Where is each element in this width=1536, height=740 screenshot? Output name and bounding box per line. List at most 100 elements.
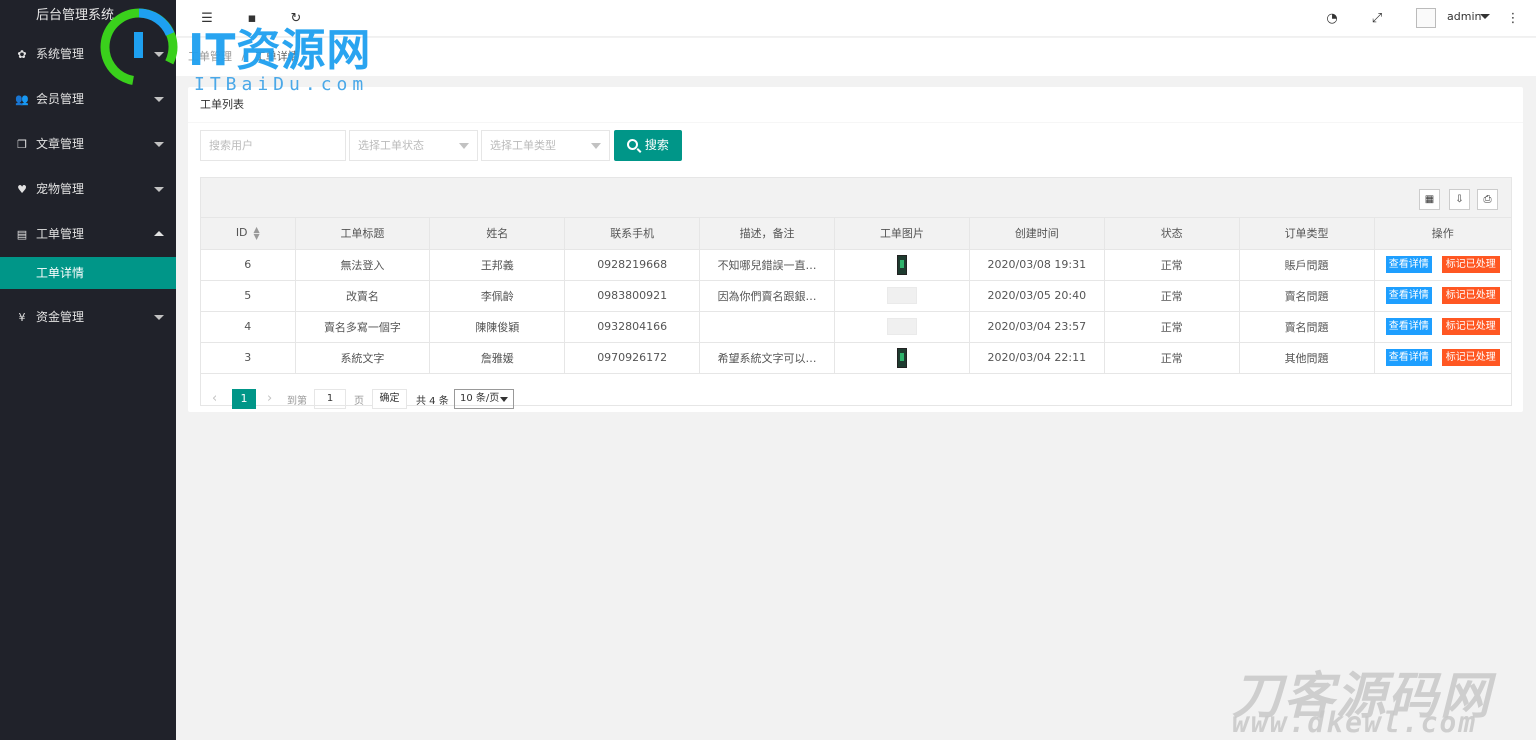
sidebar-subitem-ticket-detail[interactable]: 工单详情: [0, 257, 176, 289]
avatar[interactable]: [1416, 8, 1436, 28]
view-detail-button[interactable]: 查看详情: [1385, 287, 1432, 304]
sidebar-item-finance[interactable]: ¥ 资金管理: [0, 295, 176, 340]
sidebar-item-label: 系统管理: [36, 47, 85, 61]
cell-image[interactable]: [834, 311, 970, 343]
image-placeholder-icon[interactable]: [886, 287, 917, 304]
cell-type: 賣名問題: [1239, 280, 1375, 312]
sidebar-item-label: 会员管理: [36, 92, 85, 106]
page-size-select[interactable]: 10 条/页: [454, 389, 514, 409]
cell-actions: 查看详情 标记已处理: [1374, 342, 1511, 374]
cell-type: 賬戶問題: [1239, 249, 1375, 281]
more-vertical-icon[interactable]: ⋮: [1504, 9, 1522, 27]
cell-name: 王邦義: [429, 249, 566, 281]
cell-id: 6: [201, 249, 296, 281]
col-header-title: 工单标题: [295, 218, 431, 250]
ticket-image-thumbnail[interactable]: [896, 347, 907, 368]
mark-processed-button[interactable]: 标记已处理: [1441, 256, 1500, 273]
table-toolbar: ▦ ⇩ ⎙: [201, 178, 1511, 218]
view-detail-button[interactable]: 查看详情: [1385, 318, 1432, 335]
cell-status: 正常: [1104, 342, 1240, 374]
cell-type: 賣名問題: [1239, 311, 1375, 343]
cell-image[interactable]: [834, 280, 970, 312]
gear-icon: ✿: [17, 48, 27, 61]
cell-name: 陳陳俊穎: [429, 311, 566, 343]
cell-phone: 0932804166: [564, 311, 701, 343]
cell-created: 2020/03/05 20:40: [969, 280, 1105, 312]
sidebar-item-articles[interactable]: ❐ 文章管理: [0, 122, 176, 167]
top-header: ☰ ▪ ↻ ◔ ⤢ admin ⋮: [176, 0, 1536, 37]
user-menu[interactable]: admin: [1447, 10, 1481, 23]
cell-status: 正常: [1104, 311, 1240, 343]
col-header-type: 订单类型: [1239, 218, 1375, 250]
export-icon[interactable]: ⇩: [1449, 189, 1470, 210]
status-select[interactable]: 选择工单状态: [349, 130, 478, 161]
page-confirm-button[interactable]: 确定: [372, 389, 407, 409]
col-header-name: 姓名: [429, 218, 566, 250]
cell-name: 詹雅媛: [429, 342, 566, 374]
chevron-down-icon: [154, 142, 164, 147]
col-header-phone: 联系手机: [564, 218, 701, 250]
type-select[interactable]: 选择工单类型: [481, 130, 610, 161]
table-row: 3 系統文字 詹雅媛 0970926172 希望系統文字可以… 2020/03/04 22…: [201, 342, 1511, 374]
print-icon[interactable]: ⎙: [1477, 189, 1498, 210]
sidebar-item-pets[interactable]: ♥ 宠物管理: [0, 167, 176, 212]
cell-actions: 查看详情 标记已处理: [1374, 311, 1511, 343]
cell-image[interactable]: [834, 342, 970, 374]
chevron-down-icon: [1480, 14, 1490, 19]
copy-icon: ❐: [17, 138, 27, 151]
mark-processed-button[interactable]: 标记已处理: [1441, 287, 1500, 304]
sidebar-item-tickets[interactable]: ▤ 工单管理: [0, 212, 176, 257]
cell-actions: 查看详情 标记已处理: [1374, 249, 1511, 281]
cell-created: 2020/03/04 23:57: [969, 311, 1105, 343]
cell-created: 2020/03/04 22:11: [969, 342, 1105, 374]
cell-title: 改賣名: [295, 280, 431, 312]
mark-processed-button[interactable]: 标记已处理: [1441, 318, 1500, 335]
fullscreen-icon[interactable]: ⤢: [1368, 9, 1386, 27]
page-current[interactable]: 1: [232, 389, 256, 409]
cell-desc: 希望系統文字可以…: [699, 342, 835, 374]
col-header-id[interactable]: ID ▲ ▼: [201, 218, 296, 250]
columns-filter-icon[interactable]: ▦: [1419, 189, 1440, 210]
dropdown-arrow-icon: [591, 143, 601, 149]
cell-id: 4: [201, 311, 296, 343]
col-header-actions: 操作: [1374, 218, 1511, 250]
page-input[interactable]: 1: [314, 389, 346, 409]
cell-title: 無法登入: [295, 249, 431, 281]
cell-title: 賣名多寫一個字: [295, 311, 431, 343]
cell-id: 3: [201, 342, 296, 374]
cell-phone: 0928219668: [564, 249, 701, 281]
ticket-list-card: 工单列表 搜索用户 选择工单状态 选择工单类型 搜索 ▦ ⇩ ⎙ ID ▲ ▼ 工单…: [188, 87, 1523, 412]
next-page-icon[interactable]: ›: [267, 391, 279, 406]
search-user-input[interactable]: 搜索用户: [200, 130, 346, 161]
cell-image[interactable]: [834, 249, 970, 281]
dropdown-arrow-icon: [459, 143, 469, 149]
col-header-image: 工单图片: [834, 218, 970, 250]
search-button[interactable]: 搜索: [614, 130, 682, 161]
heart-icon: ♥: [17, 183, 27, 196]
view-detail-button[interactable]: 查看详情: [1385, 256, 1432, 273]
view-detail-button[interactable]: 查看详情: [1385, 349, 1432, 366]
theme-palette-icon[interactable]: ◔: [1323, 9, 1341, 27]
sidebar-item-label: 文章管理: [36, 137, 85, 151]
sidebar-item-label: 工单管理: [36, 227, 85, 241]
cell-desc: [699, 311, 835, 343]
prev-page-icon[interactable]: ‹: [212, 391, 224, 406]
ticket-image-thumbnail[interactable]: [896, 254, 907, 275]
table-row: 4 賣名多寫一個字 陳陳俊穎 0932804166 2020/03/04 23:57 正常…: [201, 311, 1511, 343]
table-row: 5 改賣名 李佩齡 0983800921 因為你們賣名跟銀… 2020/03/05 20:…: [201, 280, 1511, 312]
cell-name: 李佩齡: [429, 280, 566, 312]
col-header-desc: 描述，备注: [699, 218, 835, 250]
cell-status: 正常: [1104, 280, 1240, 312]
sort-icon[interactable]: ▲ ▼: [254, 226, 260, 241]
sidebar-item-label: 宠物管理: [36, 182, 85, 196]
ticket-table: ▦ ⇩ ⎙ ID ▲ ▼ 工单标题 姓名 联系手机 描述，备注 工单图片 创建时间 …: [200, 177, 1512, 406]
cell-id: 5: [201, 280, 296, 312]
image-placeholder-icon[interactable]: [886, 318, 917, 335]
chevron-down-icon: [154, 97, 164, 102]
table-header-row: ID ▲ ▼ 工单标题 姓名 联系手机 描述，备注 工单图片 创建时间 状态 订单类…: [201, 218, 1511, 250]
card-title: 工单列表: [188, 87, 1523, 123]
cell-phone: 0970926172: [564, 342, 701, 374]
search-icon: [627, 139, 639, 150]
mark-processed-button[interactable]: 标记已处理: [1441, 349, 1500, 366]
chevron-up-icon: [154, 231, 164, 236]
